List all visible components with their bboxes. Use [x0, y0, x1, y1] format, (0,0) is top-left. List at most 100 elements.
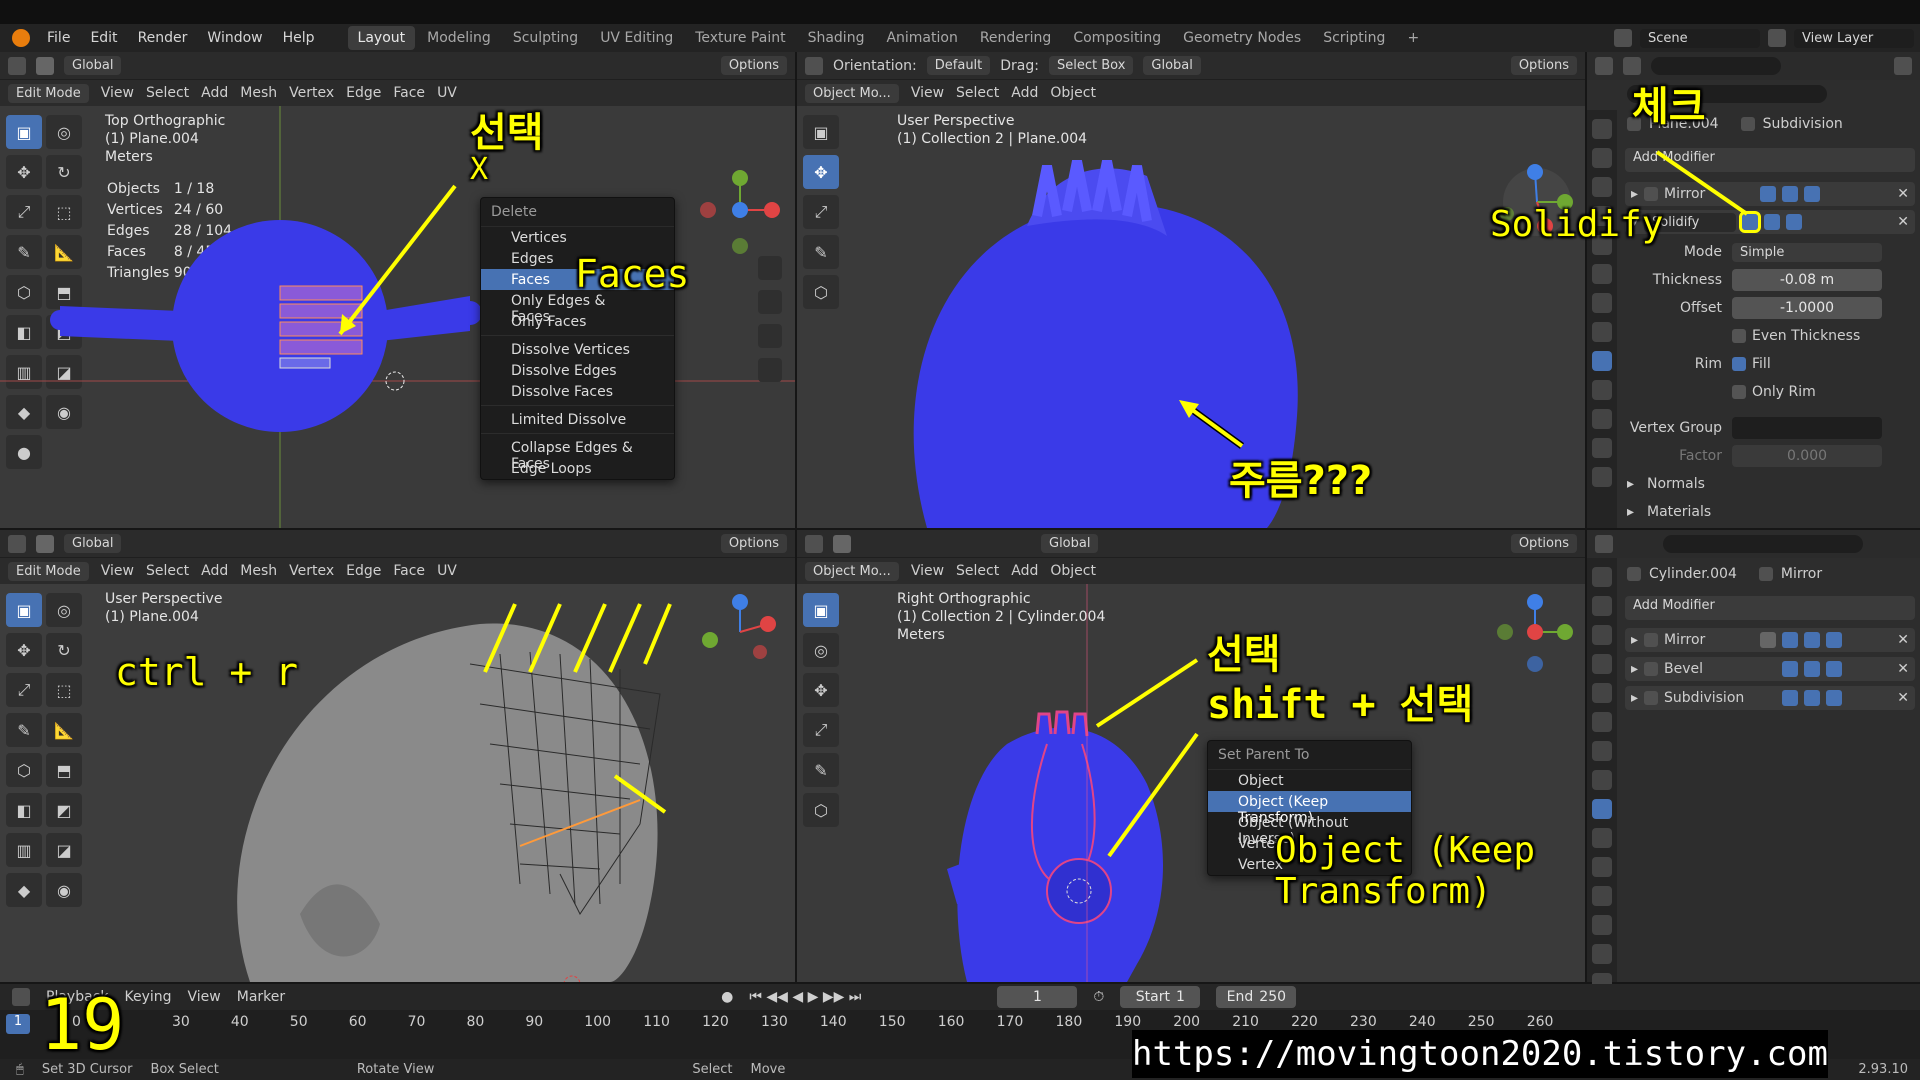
output-tab-icon[interactable] [1592, 177, 1612, 197]
expand-chevron-icon[interactable]: ▸ [1631, 661, 1638, 677]
menu-add[interactable]: Add [1011, 85, 1038, 101]
editor-type-icon[interactable] [1595, 57, 1613, 75]
record-icon[interactable]: ● [721, 989, 733, 1005]
playhead[interactable]: 1 [6, 1014, 30, 1034]
end-frame-field[interactable]: End 250 [1216, 986, 1297, 1008]
editor-type-icon[interactable] [8, 56, 26, 75]
particles-tab-icon[interactable] [1592, 828, 1612, 848]
menu-vertex[interactable]: Vertex [289, 85, 334, 101]
thickness-field[interactable]: -0.08 m [1732, 269, 1882, 291]
viewport-bottom-left[interactable]: Global Options Edit Mode View Select Add… [0, 530, 795, 982]
physics-tab-icon[interactable] [1592, 857, 1612, 877]
mode-dropdown[interactable]: Edit Mode [8, 83, 89, 103]
tab-uv-editing[interactable]: UV Editing [590, 26, 683, 50]
transform-orientation-dropdown[interactable]: Global [1143, 56, 1201, 75]
expand-chevron-icon[interactable]: ▸ [1631, 690, 1638, 706]
modifier-bevel[interactable]: ▸ Bevel ✕ [1625, 657, 1915, 681]
tab-sculpting[interactable]: Sculpting [503, 26, 588, 50]
remove-modifier-icon[interactable]: ✕ [1897, 690, 1909, 706]
object-tab-icon[interactable] [1592, 322, 1612, 342]
edit-mode-toggle-icon[interactable] [1782, 632, 1799, 648]
expand-chevron-icon[interactable]: ▸ [1631, 632, 1638, 648]
mode-dropdown[interactable]: Edit Mode [8, 561, 89, 581]
edit-mode-toggle-icon[interactable] [1782, 661, 1799, 677]
menu-view[interactable]: View [101, 563, 134, 579]
menu-object[interactable]: Object [1050, 563, 1096, 579]
current-frame-field[interactable]: 1 [997, 986, 1078, 1008]
menu-item-dissolve-edges[interactable]: Dissolve Edges [481, 360, 674, 381]
expand-chevron-icon[interactable]: ▸ [1627, 504, 1647, 520]
options-button[interactable]: Options [1510, 56, 1577, 75]
menu-item-edge-loops[interactable]: Edge Loops [481, 458, 674, 479]
menu-marker[interactable]: Marker [237, 989, 285, 1005]
menu-view[interactable]: View [911, 85, 944, 101]
menu-select[interactable]: Select [956, 563, 999, 579]
playback-controls-icon[interactable]: ⏮ ◀◀ ◀ ▶ ▶▶ ⏭ [749, 989, 861, 1005]
character-head-mesh[interactable] [237, 623, 658, 982]
viewport-toggle-icon[interactable] [1804, 661, 1821, 677]
viewport-canvas[interactable] [0, 106, 795, 528]
menu-item-dissolve-faces[interactable]: Dissolve Faces [481, 381, 674, 402]
edit-mode-toggle-icon[interactable] [1782, 690, 1799, 706]
render-toggle-icon[interactable] [1826, 690, 1843, 706]
tab-rendering[interactable]: Rendering [970, 26, 1062, 50]
render-toggle-icon[interactable] [1826, 632, 1843, 648]
menu-select[interactable]: Select [146, 85, 189, 101]
viewport-toggle-icon[interactable] [1782, 186, 1799, 202]
filter-icon[interactable] [1894, 57, 1912, 75]
editor-type-icon[interactable] [12, 988, 30, 1006]
tab-texture-paint[interactable]: Texture Paint [685, 26, 795, 50]
editor-type-icon[interactable] [1595, 535, 1613, 553]
fill-checkbox[interactable] [1732, 357, 1746, 371]
viewport-top-right[interactable]: Orientation: Default Drag: Select Box Gl… [797, 52, 1585, 528]
material-tab-icon[interactable] [1592, 944, 1612, 964]
menu-item-object-keep-transform[interactable]: Object (Keep Transform) [1208, 791, 1411, 826]
vertex-group-field[interactable] [1732, 417, 1882, 439]
world-tab-icon[interactable] [1592, 712, 1612, 732]
tool-tab-icon[interactable] [1592, 567, 1612, 587]
menu-mesh[interactable]: Mesh [240, 85, 277, 101]
select-mode-icon[interactable] [833, 534, 851, 553]
select-mode-icon[interactable] [36, 534, 54, 553]
menu-item-collapse-edges-faces[interactable]: Collapse Edges & Faces [481, 437, 674, 472]
object-tab-icon[interactable] [1592, 770, 1612, 790]
menu-item-vertices[interactable]: Vertices [481, 227, 674, 248]
world-tab-icon[interactable] [1592, 264, 1612, 284]
normals-panel[interactable]: Normals [1647, 476, 1705, 492]
remove-modifier-icon[interactable]: ✕ [1897, 214, 1909, 230]
render-tab-icon[interactable] [1592, 596, 1612, 616]
menu-item-limited-dissolve[interactable]: Limited Dissolve [481, 409, 674, 430]
menu-face[interactable]: Face [393, 563, 425, 579]
collection-tab-icon[interactable] [1592, 741, 1612, 761]
viewport-bottom-right[interactable]: Global Options Object Mo... View Select … [797, 530, 1585, 982]
expand-chevron-icon[interactable]: ▸ [1631, 186, 1638, 202]
render-toggle-icon[interactable] [1826, 661, 1843, 677]
viewport-top-left[interactable]: Global Options Edit Mode View Select Add… [0, 52, 795, 528]
menu-edge[interactable]: Edge [346, 563, 381, 579]
tab-animation[interactable]: Animation [876, 26, 967, 50]
render-toggle-icon[interactable] [1804, 186, 1821, 202]
scene-selector[interactable]: Scene [1640, 28, 1760, 48]
particles-tab-icon[interactable] [1592, 380, 1612, 400]
render-toggle-icon[interactable] [1786, 214, 1803, 230]
viewport-canvas[interactable] [797, 584, 1585, 982]
navigation-gizmo[interactable] [702, 594, 776, 659]
menu-uv[interactable]: UV [437, 85, 457, 101]
add-modifier-dropdown[interactable]: Add Modifier [1625, 596, 1915, 620]
menu-window[interactable]: Window [198, 27, 271, 49]
menu-view[interactable]: View [911, 563, 944, 579]
menu-help[interactable]: Help [274, 27, 324, 49]
menu-file[interactable]: File [38, 27, 79, 49]
menu-uv[interactable]: UV [437, 563, 457, 579]
menu-select[interactable]: Select [956, 85, 999, 101]
view-layer-selector[interactable]: View Layer [1794, 28, 1914, 48]
viewport-toggle-icon[interactable] [1804, 690, 1821, 706]
modifier-subdivision[interactable]: ▸ Subdivision ✕ [1625, 686, 1915, 710]
editor-type-icon[interactable] [8, 534, 26, 553]
tab-layout[interactable]: Layout [347, 26, 416, 50]
transform-orientation-dropdown[interactable]: Global [64, 56, 122, 75]
constraints-tab-icon[interactable] [1592, 886, 1612, 906]
menu-face[interactable]: Face [393, 85, 425, 101]
menu-item-dissolve-vertices[interactable]: Dissolve Vertices [481, 339, 674, 360]
properties-search-field[interactable] [1663, 535, 1863, 553]
